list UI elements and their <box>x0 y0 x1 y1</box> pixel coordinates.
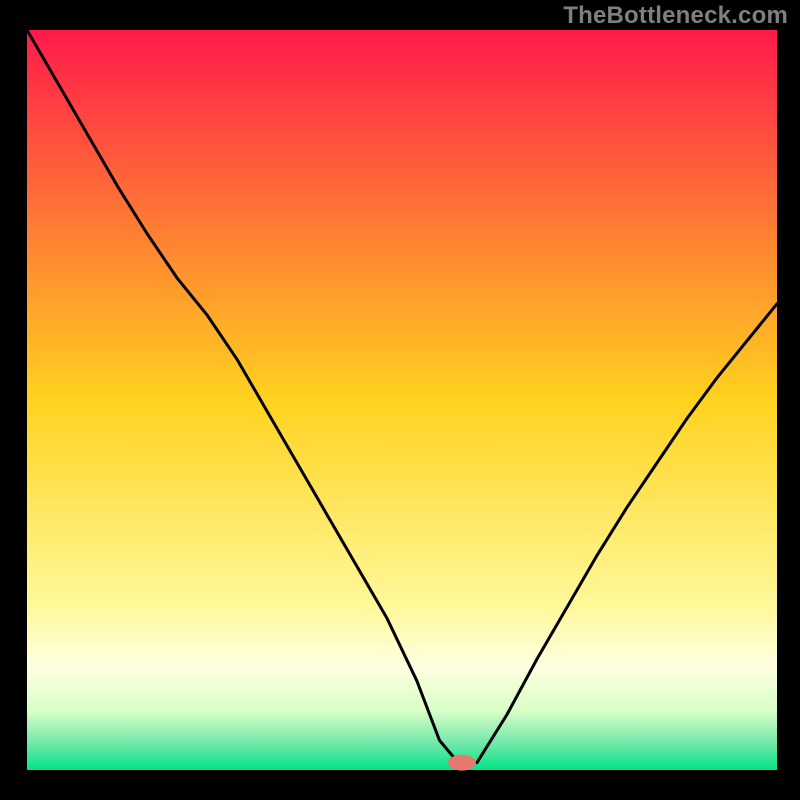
optimum-marker <box>448 755 476 771</box>
bottleneck-chart <box>0 0 800 800</box>
plot-background <box>27 30 777 770</box>
chart-frame: TheBottleneck.com <box>0 0 800 800</box>
